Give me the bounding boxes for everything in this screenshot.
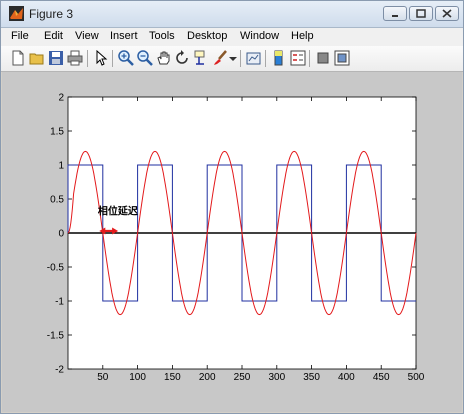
close-icon [442, 9, 452, 18]
zoom-in-button[interactable] [117, 49, 135, 67]
y-tick-label: -0.5 [47, 263, 65, 274]
insert-colorbar-button[interactable] [270, 49, 288, 67]
x-tick-label: 100 [129, 372, 146, 383]
menu-desktop[interactable]: Desktop [187, 30, 227, 42]
colorbar-icon [274, 50, 283, 66]
open-file-button[interactable] [28, 49, 46, 67]
y-tick-label: -1.5 [47, 331, 65, 342]
x-tick-label: 200 [199, 372, 216, 383]
matlab-icon [9, 6, 24, 21]
menu-bar: File Edit View Insert Tools Desktop Wind… [1, 28, 463, 46]
x-tick-label: 150 [164, 372, 181, 383]
x-tick-label: 400 [338, 372, 355, 383]
x-tick-label: 50 [97, 372, 109, 383]
y-tick-label: 0 [58, 229, 64, 240]
y-tick-label: 1.5 [50, 127, 64, 138]
zoom-out-icon [137, 50, 153, 66]
zoom-in-icon [118, 50, 134, 66]
toolbar-separator [309, 50, 310, 67]
maximize-icon [416, 9, 426, 18]
minimize-button[interactable] [383, 6, 407, 21]
menu-file[interactable]: File [11, 30, 29, 42]
figure-window: Figure 3 File Edit View Insert Tools Des… [0, 0, 464, 414]
hide-plot-tools-icon [317, 52, 329, 64]
data-cursor-button[interactable] [192, 49, 210, 67]
x-tick-label: 250 [234, 372, 251, 383]
toolbar-separator [112, 50, 113, 67]
menu-edit[interactable]: Edit [44, 30, 63, 42]
rotate-icon [176, 50, 188, 64]
x-tick-label: 300 [268, 372, 285, 383]
show-plot-tools-icon [334, 50, 350, 66]
close-button[interactable] [435, 6, 459, 21]
menu-tools[interactable]: Tools [149, 30, 175, 42]
maximize-button[interactable] [409, 6, 433, 21]
save-figure-button[interactable] [47, 49, 65, 67]
toolbar-separator [240, 50, 241, 67]
show-plot-tools-button[interactable] [333, 49, 351, 67]
new-file-icon [12, 50, 24, 66]
rotate-3d-button[interactable] [173, 49, 191, 67]
figure-canvas[interactable]: 2 1.5 1 0.5 0 -0.5 -1 -1.5 -2 50 100 150 200 250 300 35… [2, 72, 462, 412]
link-plot-icon [246, 52, 261, 65]
link-plot-button[interactable] [245, 49, 263, 67]
save-icon [49, 51, 63, 65]
hand-icon [157, 51, 170, 65]
y-tick-label: 1 [58, 161, 64, 172]
title-bar[interactable]: Figure 3 [1, 1, 463, 28]
minimize-icon [392, 15, 398, 17]
menu-insert[interactable]: Insert [110, 30, 138, 42]
y-tick-label: 2 [58, 93, 64, 104]
legend-icon [290, 50, 306, 66]
pointer-icon [96, 50, 108, 66]
brush-dropdown-button[interactable] [227, 49, 237, 67]
print-figure-button[interactable] [66, 49, 84, 67]
insert-legend-button[interactable] [289, 49, 307, 67]
phase-delay-label: 相位延迟 [98, 205, 138, 218]
menu-window[interactable]: Window [240, 30, 279, 42]
menu-help[interactable]: Help [291, 30, 314, 42]
x-tick-label: 450 [373, 372, 390, 383]
window-title: Figure 3 [29, 7, 74, 21]
y-tick-label: 0.5 [50, 195, 64, 206]
toolbar-separator [265, 50, 266, 67]
hide-plot-tools-button[interactable] [314, 49, 332, 67]
menu-view[interactable]: View [75, 30, 99, 42]
y-tick-label: -2 [55, 365, 64, 376]
new-figure-button[interactable] [9, 49, 27, 67]
figure-toolbar [1, 46, 463, 72]
plot-svg: 2 1.5 1 0.5 0 -0.5 -1 -1.5 -2 50 100 150 200 250 300 35… [47, 93, 425, 384]
toolbar-separator [87, 50, 88, 67]
x-tick-label: 350 [303, 372, 320, 383]
x-tick-label: 500 [408, 372, 425, 383]
printer-icon [67, 50, 83, 66]
brush-icon [214, 50, 227, 65]
folder-icon [29, 53, 44, 65]
y-tick-label: -1 [55, 297, 64, 308]
zoom-out-button[interactable] [136, 49, 154, 67]
pan-button[interactable] [155, 49, 173, 67]
chevron-down-icon [229, 57, 237, 61]
data-cursor-icon [194, 50, 205, 65]
edit-plot-button[interactable] [92, 49, 110, 67]
